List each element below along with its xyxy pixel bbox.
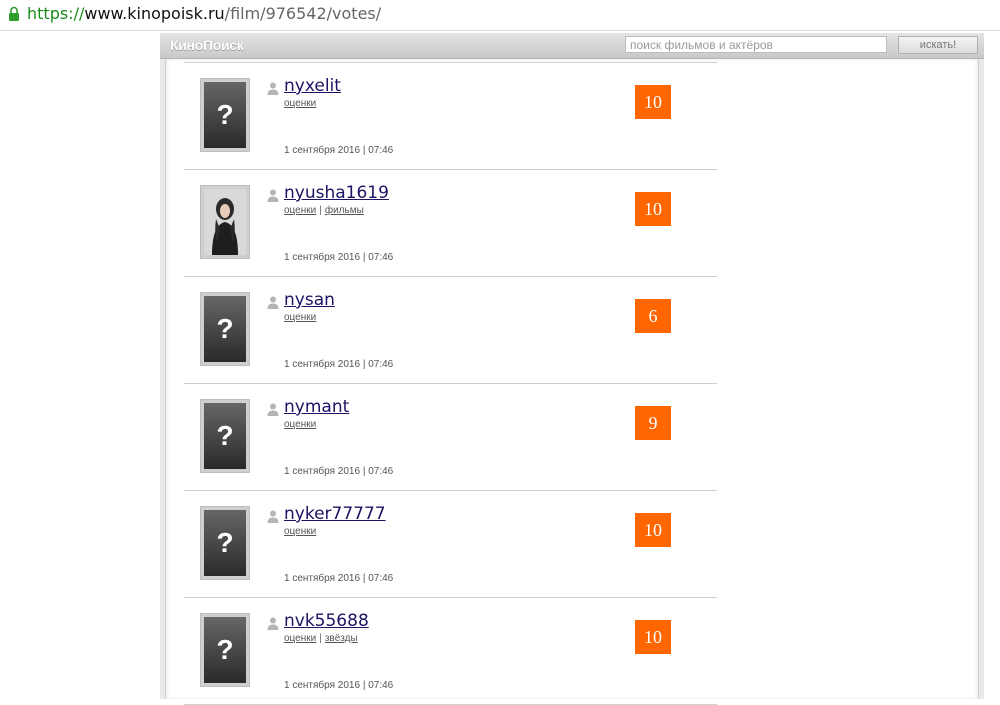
url-scheme: https:// xyxy=(27,4,85,23)
page-frame: КиноПоиск искать! ? nyxelit оценки 1 сен… xyxy=(160,33,984,705)
user-links: оценки xyxy=(284,419,316,430)
user-links: оценки | фильмы xyxy=(284,205,364,216)
user-icon xyxy=(267,617,279,630)
avatar[interactable]: ? xyxy=(200,78,250,152)
address-bar[interactable]: https://www.kinopoisk.ru/film/976542/vot… xyxy=(0,0,1000,31)
avatar-placeholder-glyph: ? xyxy=(216,634,234,665)
lock-icon xyxy=(9,6,19,21)
user-links: оценки | звёзды xyxy=(284,633,358,644)
avatar[interactable]: ? xyxy=(200,613,250,687)
user-link-ratings[interactable]: оценки xyxy=(284,526,316,537)
avatar-image: ? xyxy=(204,510,246,576)
avatar-image: ? xyxy=(204,403,246,469)
user-icon xyxy=(267,403,279,416)
user-icon xyxy=(267,296,279,309)
vote-date: 1 сентября 2016 | 07:46 xyxy=(284,252,394,263)
username-link[interactable]: nyker77777 xyxy=(284,504,386,524)
vote-date: 1 сентября 2016 | 07:46 xyxy=(284,466,394,477)
site-logo[interactable]: КиноПоиск xyxy=(170,37,244,53)
username-link[interactable]: nyusha1619 xyxy=(284,183,389,203)
content-area: ? nyxelit оценки 1 сентября 2016 | 07:46… xyxy=(165,59,979,705)
score-badge: 10 xyxy=(635,85,671,119)
vote-row: ? nymant оценки 1 сентября 2016 | 07:46 … xyxy=(184,384,717,491)
user-link-ratings[interactable]: оценки xyxy=(284,98,316,109)
vote-date: 1 сентября 2016 | 07:46 xyxy=(284,359,394,370)
vote-row: ? nvk55688 оценки | звёзды 1 сентября 2016… xyxy=(184,598,717,705)
username-link[interactable]: nysan xyxy=(284,290,335,310)
score-badge: 10 xyxy=(635,192,671,226)
site-header: КиноПоиск искать! xyxy=(160,33,984,59)
score-badge: 10 xyxy=(635,620,671,654)
avatar-placeholder-glyph: ? xyxy=(216,420,234,451)
user-photo xyxy=(204,189,246,255)
user-links: оценки xyxy=(284,312,316,323)
user-link-extra[interactable]: фильмы xyxy=(325,205,364,216)
user-link-extra[interactable]: звёзды xyxy=(325,633,358,644)
score-badge: 9 xyxy=(635,406,671,440)
vote-date: 1 сентября 2016 | 07:46 xyxy=(284,145,394,156)
user-link-ratings[interactable]: оценки xyxy=(284,419,316,430)
vote-date: 1 сентября 2016 | 07:46 xyxy=(284,573,394,584)
vote-row: ? nysan оценки 1 сентября 2016 | 07:46 6 xyxy=(184,277,717,384)
vote-date: 1 сентября 2016 | 07:46 xyxy=(284,680,394,691)
avatar-image: ? xyxy=(204,296,246,362)
user-link-ratings[interactable]: оценки xyxy=(284,312,316,323)
user-icon xyxy=(267,82,279,95)
avatar-image xyxy=(204,189,246,255)
avatar-image: ? xyxy=(204,82,246,148)
search-button[interactable]: искать! xyxy=(898,36,978,54)
url-text[interactable]: https://www.kinopoisk.ru/film/976542/vot… xyxy=(27,4,381,23)
user-links: оценки xyxy=(284,98,316,109)
username-link[interactable]: nyxelit xyxy=(284,76,341,96)
score-badge: 10 xyxy=(635,513,671,547)
url-path: /film/976542/votes/ xyxy=(224,4,382,23)
user-icon xyxy=(267,510,279,523)
vote-row: ? nyker77777 оценки 1 сентября 2016 | 07… xyxy=(184,491,717,598)
vote-list: ? nyxelit оценки 1 сентября 2016 | 07:46… xyxy=(184,62,717,705)
user-link-ratings[interactable]: оценки xyxy=(284,633,316,644)
score-badge: 6 xyxy=(635,299,671,333)
username-link[interactable]: nvk55688 xyxy=(284,611,369,631)
search-input[interactable] xyxy=(625,36,887,53)
avatar-photo[interactable] xyxy=(200,185,250,259)
vote-row: ? nyxelit оценки 1 сентября 2016 | 07:46… xyxy=(184,63,717,170)
user-icon xyxy=(267,189,279,202)
avatar-image: ? xyxy=(204,617,246,683)
avatar[interactable]: ? xyxy=(200,506,250,580)
vote-row: nyusha1619 оценки | фильмы 1 сентября 2016… xyxy=(184,170,717,277)
avatar[interactable]: ? xyxy=(200,292,250,366)
avatar-placeholder-glyph: ? xyxy=(216,99,234,130)
user-link-ratings[interactable]: оценки xyxy=(284,205,316,216)
link-separator: | xyxy=(319,205,322,216)
link-separator: | xyxy=(319,633,322,644)
username-link[interactable]: nymant xyxy=(284,397,349,417)
avatar[interactable]: ? xyxy=(200,399,250,473)
avatar-placeholder-glyph: ? xyxy=(216,313,234,344)
user-links: оценки xyxy=(284,526,316,537)
url-host: www.kinopoisk.ru xyxy=(84,4,225,23)
avatar-placeholder-glyph: ? xyxy=(216,527,234,558)
